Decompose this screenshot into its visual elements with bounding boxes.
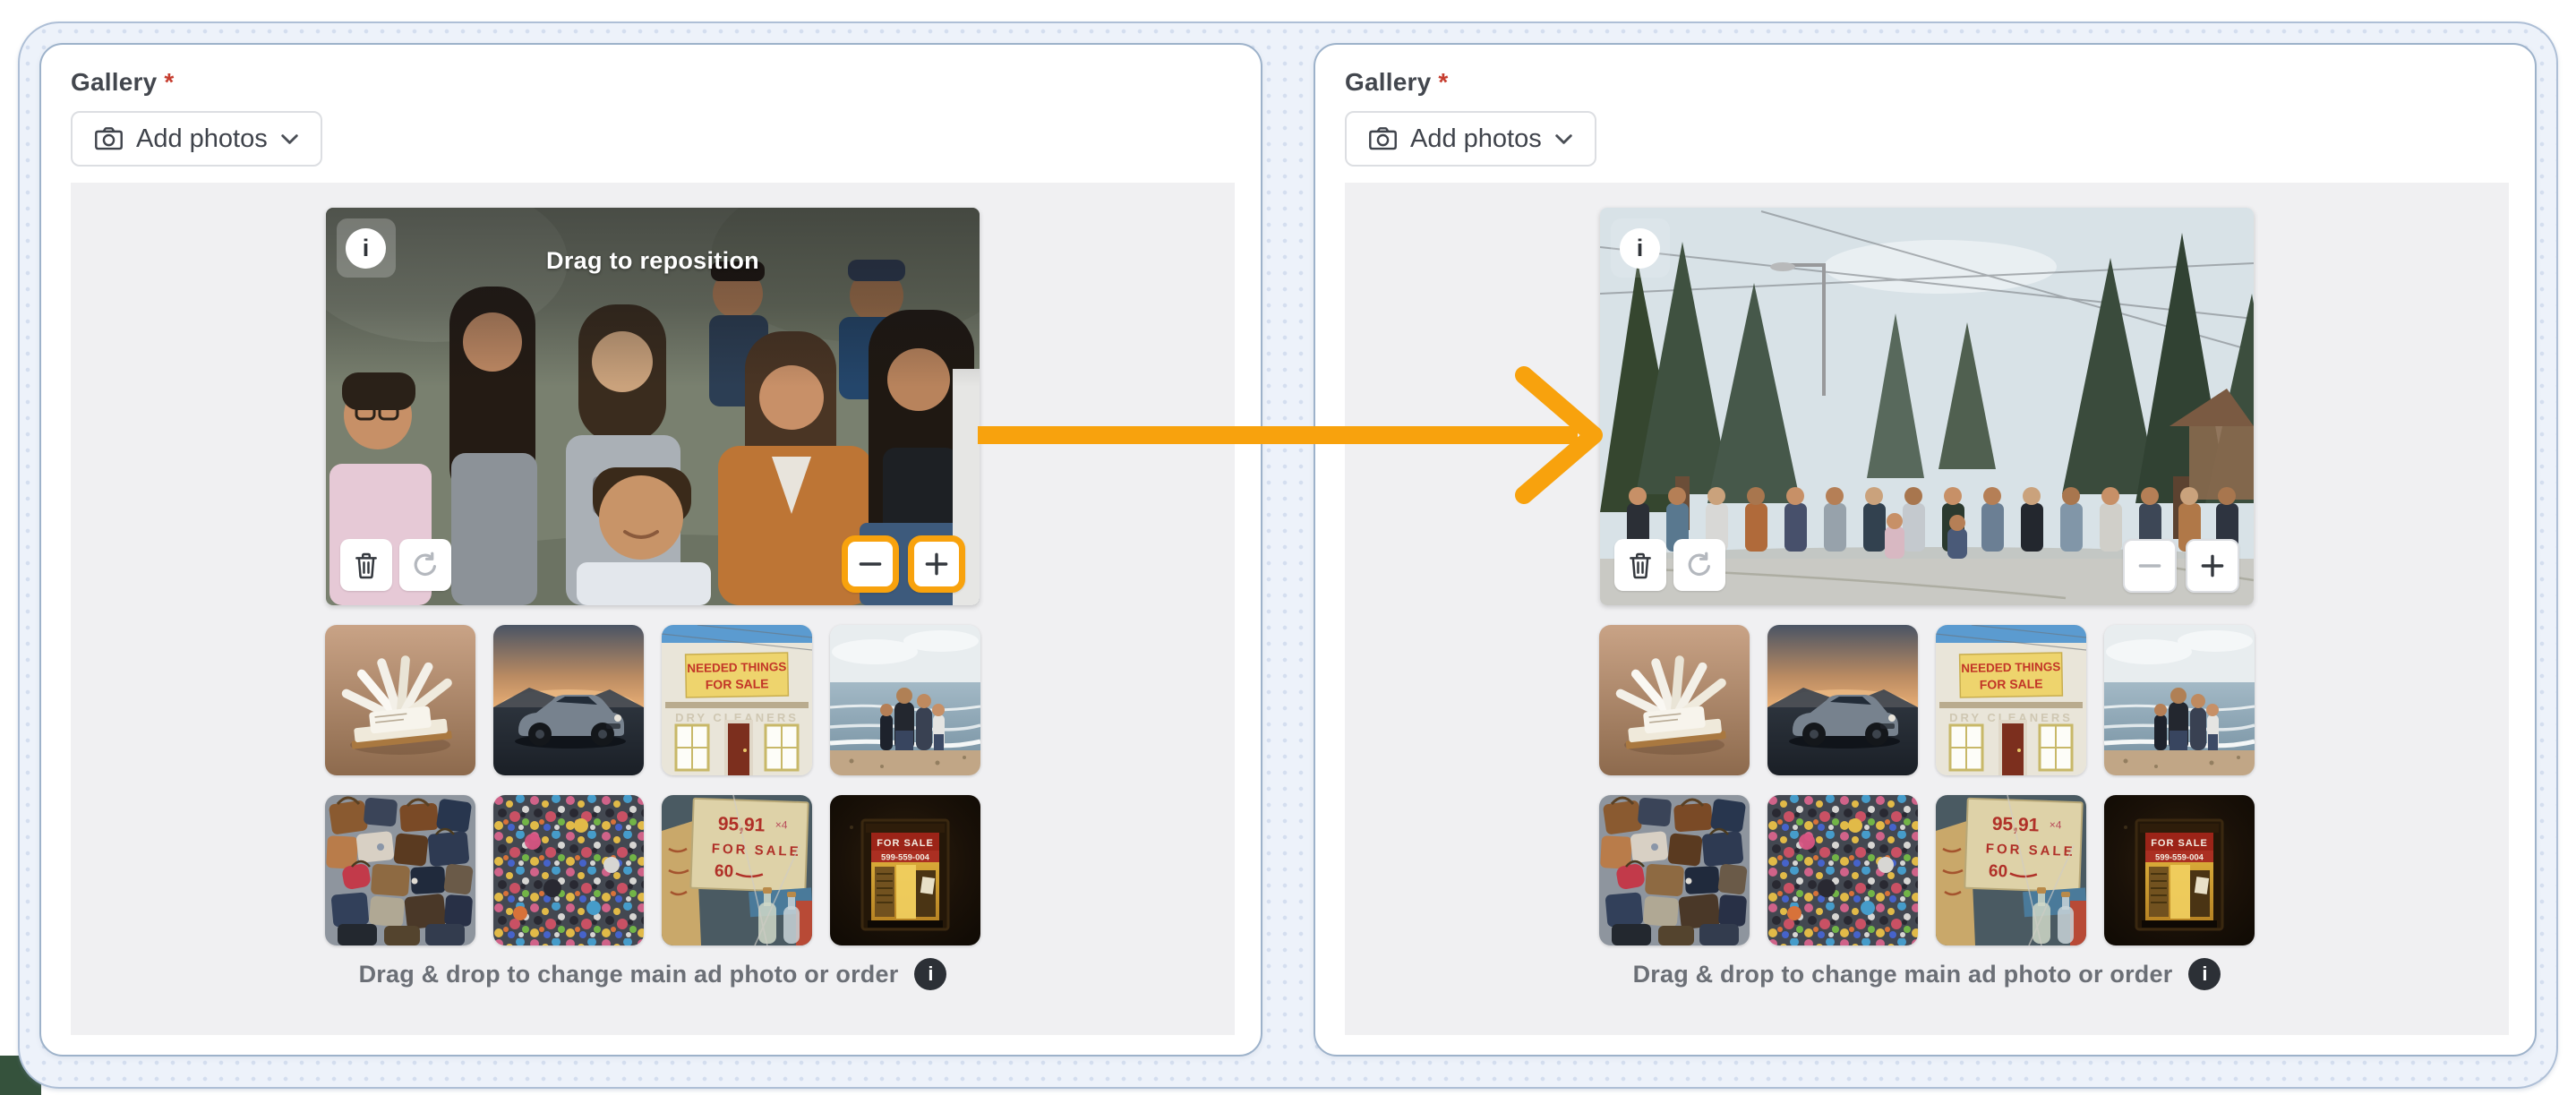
gallery-panel-after: Gallery* Add photos i [1314,43,2537,1057]
minus-icon [2135,551,2165,581]
dragdrop-caption: Drag & drop to change main ad photo or o… [359,961,899,988]
rotate-photo-button[interactable] [399,539,451,591]
canvas-surface: Gallery* Add photos i Drag to reposition [18,21,2558,1089]
dragdrop-caption: Drag & drop to change main ad photo or o… [1633,961,2173,988]
photo-edit-controls [340,539,451,591]
caption-row: Drag & drop to change main ad photo or o… [71,958,1235,990]
zoom-in-button[interactable] [2186,539,2239,593]
zoom-out-button[interactable] [2123,539,2177,593]
thumbnail-storefront[interactable] [662,625,812,775]
thumbnail-car[interactable] [1767,625,1918,775]
info-glyph: i [928,962,933,986]
delete-photo-button[interactable] [340,539,392,591]
field-label-text: Gallery [71,68,157,96]
rotate-icon [411,551,440,579]
caption-info-icon[interactable]: i [2188,958,2221,990]
gallery-panel-before: Gallery* Add photos i Drag to reposition [39,43,1262,1057]
thumbnail-beach-family[interactable] [2104,625,2255,775]
gallery-dropzone: i [1345,183,2509,1035]
add-photos-label: Add photos [1410,124,1542,154]
caption-info-icon[interactable]: i [914,958,946,990]
main-photo[interactable]: i [1600,208,2254,605]
thumbnail-car[interactable] [493,625,644,775]
thumbnail-lit-window[interactable] [2104,795,2255,945]
info-glyph: i [2202,962,2207,986]
thumbnail-trinkets[interactable] [1767,795,1918,945]
info-glyph: i [1637,235,1644,262]
field-label-text: Gallery [1345,68,1431,96]
required-asterisk: * [164,68,174,96]
camera-icon [1368,126,1398,151]
thumbnail-book[interactable] [325,625,475,775]
trash-icon [353,551,380,580]
thumbnail-sale-signs[interactable] [1936,795,2086,945]
trash-icon [1627,551,1654,580]
thumbnail-bags[interactable] [1599,795,1750,945]
add-photos-button[interactable]: Add photos [1345,111,1596,167]
field-label: Gallery* [71,68,1231,97]
thumbnail-beach-family[interactable] [830,625,980,775]
chevron-down-icon [1554,133,1573,145]
photo-zoom-controls [842,535,965,593]
photo-edit-controls [1614,539,1725,591]
camera-icon [94,126,124,151]
thumbnail-storefront[interactable] [1936,625,2086,775]
thumbnail-trinkets[interactable] [493,795,644,945]
add-photos-button[interactable]: Add photos [71,111,322,167]
zoom-in-button[interactable] [908,535,965,593]
caption-row: Drag & drop to change main ad photo or o… [1345,958,2509,990]
thumbnail-lit-window[interactable] [830,795,980,945]
rotate-photo-button[interactable] [1673,539,1725,591]
main-photo[interactable]: i Drag to reposition [326,208,980,605]
thumbnail-bags[interactable] [325,795,475,945]
thumbnail-grid [325,625,980,945]
drag-to-reposition-text: Drag to reposition [326,247,980,275]
page: Gallery* Add photos i Drag to reposition [0,0,2576,1095]
rotate-icon [1685,551,1714,579]
plus-icon [921,549,952,579]
plus-icon [2197,551,2228,581]
photo-zoom-controls [2123,539,2239,593]
thumbnail-sale-signs[interactable] [662,795,812,945]
thumbnail-book[interactable] [1599,625,1750,775]
field-label: Gallery* [1345,68,2505,97]
add-photos-label: Add photos [136,124,268,154]
photo-top-shade [326,208,980,387]
info-icon[interactable]: i [1620,228,1660,269]
minus-icon [855,549,886,579]
gallery-dropzone: i Drag to reposition [71,183,1235,1035]
thumbnail-grid [1599,625,2255,945]
delete-photo-button[interactable] [1614,539,1666,591]
chevron-down-icon [280,133,299,145]
required-asterisk: * [1438,68,1448,96]
zoom-out-button[interactable] [842,535,899,593]
